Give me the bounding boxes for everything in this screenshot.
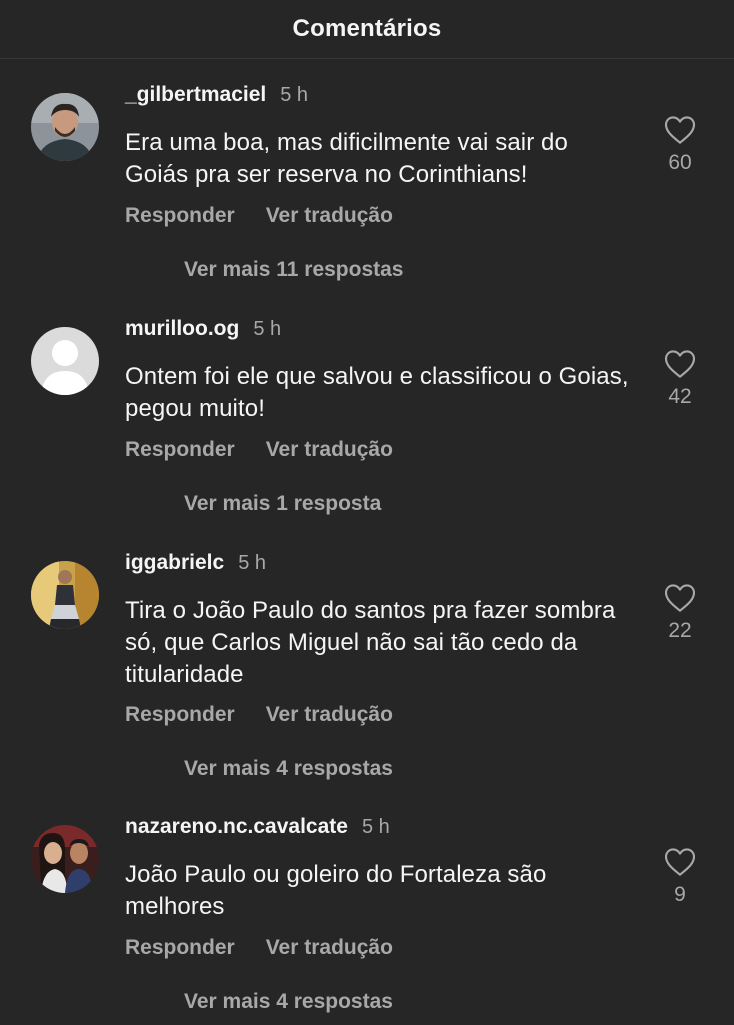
comment-meta: _gilbertmaciel 5 h <box>125 83 308 109</box>
timestamp: 5 h <box>253 318 282 340</box>
comment-item: iggabrielc 5 h Tira o João Paulo do sant… <box>0 551 734 780</box>
view-more-replies-button[interactable]: Ver mais 4 respostas <box>184 990 393 1014</box>
avatar-photo-icon <box>31 825 99 893</box>
comment-text: João Paulo ou goleiro do Fortaleza são m… <box>125 861 547 920</box>
reply-button[interactable]: Responder <box>125 936 235 960</box>
comments-header: Comentários <box>0 0 734 59</box>
like-group: 42 <box>655 349 705 409</box>
heart-outline-icon[interactable] <box>664 847 696 877</box>
like-group: 22 <box>655 583 705 643</box>
like-group: 60 <box>655 115 705 175</box>
view-more-replies-button[interactable]: Ver mais 11 respostas <box>184 258 404 282</box>
comment-text: Tira o João Paulo do santos pra fazer so… <box>125 597 616 688</box>
translate-button[interactable]: Ver tradução <box>266 204 393 228</box>
reply-button[interactable]: Responder <box>125 703 235 727</box>
like-count: 22 <box>668 619 692 642</box>
comment-text: Era uma boa, mas dificilmente vai sair d… <box>125 129 568 188</box>
username-link[interactable]: iggabrielc <box>125 551 224 575</box>
username-link[interactable]: nazareno.nc.cavalcate <box>125 815 348 839</box>
heart-outline-icon[interactable] <box>664 115 696 145</box>
default-avatar-icon <box>31 327 99 395</box>
comment-item: nazareno.nc.cavalcate 5 h João Paulo ou … <box>0 815 734 1025</box>
comment-item: _gilbertmaciel 5 h Era uma boa, mas difi… <box>0 83 734 293</box>
reply-button[interactable]: Responder <box>125 438 235 462</box>
like-count: 60 <box>668 151 692 174</box>
comment-meta: iggabrielc 5 h <box>125 551 266 577</box>
view-more-replies-button[interactable]: Ver mais 4 respostas <box>184 757 393 781</box>
heart-outline-icon[interactable] <box>664 349 696 379</box>
comment-text: Ontem foi ele que salvou e classificou o… <box>125 363 629 422</box>
like-count: 9 <box>674 883 686 906</box>
comment-actions: Responder Ver tradução <box>125 204 393 228</box>
like-count: 42 <box>668 385 692 408</box>
comment-actions: Responder Ver tradução <box>125 936 393 960</box>
avatar-photo-icon <box>31 93 99 161</box>
comment-meta: murilloo.og 5 h <box>125 317 281 343</box>
comment-actions: Responder Ver tradução <box>125 703 393 727</box>
username-link[interactable]: _gilbertmaciel <box>125 83 266 107</box>
avatar[interactable] <box>31 93 99 161</box>
timestamp: 5 h <box>280 84 309 106</box>
timestamp: 5 h <box>238 552 267 574</box>
avatar[interactable] <box>31 561 99 629</box>
username-link[interactable]: murilloo.og <box>125 317 239 341</box>
translate-button[interactable]: Ver tradução <box>266 703 393 727</box>
comment-actions: Responder Ver tradução <box>125 438 393 462</box>
like-group: 9 <box>655 847 705 907</box>
reply-button[interactable]: Responder <box>125 204 235 228</box>
view-more-replies-button[interactable]: Ver mais 1 resposta <box>184 492 381 516</box>
heart-outline-icon[interactable] <box>664 583 696 613</box>
translate-button[interactable]: Ver tradução <box>266 438 393 462</box>
avatar[interactable] <box>31 825 99 893</box>
avatar[interactable] <box>31 327 99 395</box>
avatar-photo-icon <box>31 561 99 629</box>
page-title: Comentários <box>292 15 442 42</box>
comment-item: murilloo.og 5 h Ontem foi ele que salvou… <box>0 317 734 527</box>
translate-button[interactable]: Ver tradução <box>266 936 393 960</box>
comment-meta: nazareno.nc.cavalcate 5 h <box>125 815 390 841</box>
timestamp: 5 h <box>361 816 390 838</box>
